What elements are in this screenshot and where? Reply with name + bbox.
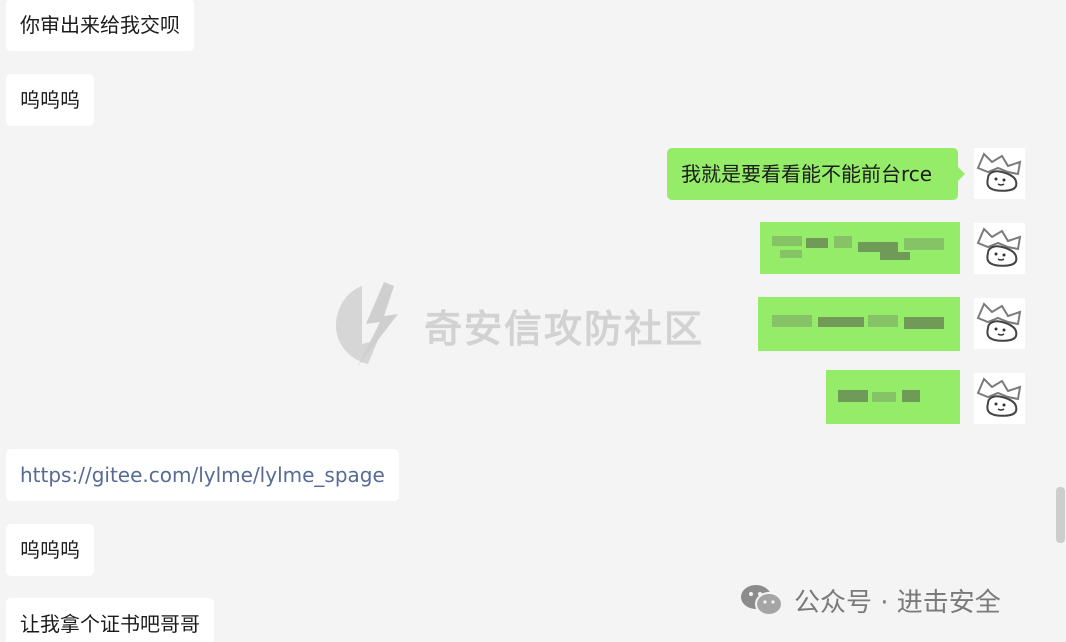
lightning-shield-icon	[336, 282, 398, 366]
wechat-icon	[741, 585, 783, 616]
cartoon-cat-avatar-icon	[974, 148, 1025, 199]
avatar[interactable]	[974, 148, 1025, 199]
message-bubble-outgoing-redacted[interactable]	[760, 222, 960, 274]
message-link[interactable]: https://gitee.com/lylme/lylme_spage	[20, 463, 385, 487]
cartoon-cat-avatar-icon	[976, 302, 1022, 342]
wechat-account-mark: 公众号 · 进击安全	[740, 580, 1001, 620]
account-name: 公众号 · 进击安全	[794, 587, 1001, 618]
message-bubble-outgoing[interactable]: 我就是要看看能不能前台rce	[667, 148, 965, 200]
message-bubble-incoming[interactable]: 你审出来给我交呗	[6, 0, 194, 51]
message-bubble-outgoing-redacted[interactable]	[758, 297, 960, 351]
avatar[interactable]	[974, 373, 1025, 424]
cartoon-cat-avatar-icon	[976, 377, 1022, 417]
message-bubble-incoming[interactable]: 呜呜呜	[6, 524, 94, 576]
message-bubble-incoming[interactable]: 呜呜呜	[6, 74, 94, 126]
cartoon-cat-avatar-icon	[976, 227, 1022, 267]
watermark-text: 奇安信攻防社区	[424, 307, 705, 351]
message-bubble-incoming[interactable]: 让我拿个证书吧哥哥	[6, 598, 214, 642]
message-bubble-incoming[interactable]: https://gitee.com/lylme/lylme_spage	[6, 449, 399, 501]
message-bubble-outgoing-redacted[interactable]	[826, 370, 960, 424]
watermark: 奇安信攻防社区	[332, 280, 732, 366]
scrollbar-thumb[interactable]	[1056, 487, 1065, 543]
chat-window: 你审出来给我交呗 呜呜呜 我就是要看看能不能前台rce https://gite…	[0, 0, 1066, 642]
avatar[interactable]	[974, 223, 1025, 274]
avatar[interactable]	[974, 298, 1025, 349]
